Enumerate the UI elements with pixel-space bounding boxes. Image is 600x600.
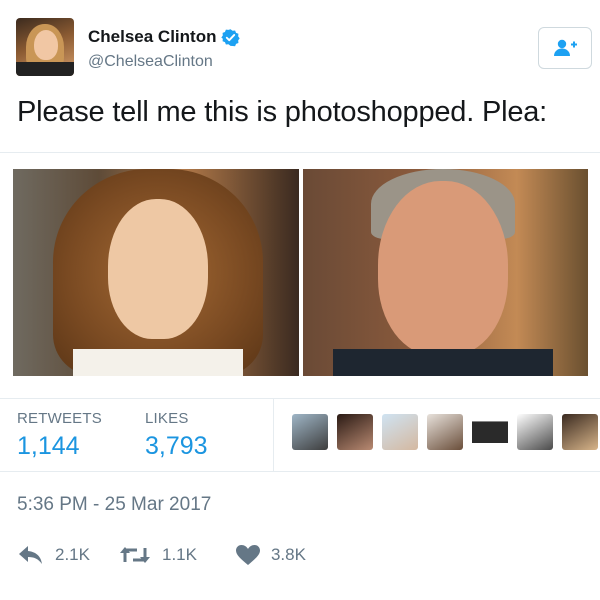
tweet-actions: 2.1K 1.1K 3.8K (17, 544, 306, 566)
divider (0, 471, 600, 472)
likes-stat[interactable]: LIKES 3,793 (145, 410, 208, 461)
tweet-text: Please tell me this is photoshopped. Ple… (17, 96, 548, 128)
retweet-button[interactable]: 1.1K (118, 544, 197, 566)
retweet-count: 1.1K (161, 545, 197, 564)
author-display-name[interactable]: Chelsea Clinton (88, 27, 216, 47)
retweet-icon (119, 547, 150, 563)
photo-man[interactable] (302, 169, 588, 376)
liker-avatar[interactable] (292, 414, 328, 450)
divider (0, 398, 600, 399)
liker-avatar[interactable] (427, 414, 463, 450)
retweets-label: RETWEETS (17, 410, 102, 427)
like-button[interactable]: 3.8K (235, 544, 306, 566)
follow-user-icon (554, 39, 577, 56)
retweets-value: 1,144 (17, 432, 80, 460)
tweet-timestamp[interactable]: 5:36 PM - 25 Mar 2017 (17, 494, 211, 516)
reply-button[interactable]: 2.1K (17, 544, 90, 566)
retweets-stat[interactable]: RETWEETS 1,144 (17, 410, 102, 461)
photo-woman[interactable] (13, 169, 299, 376)
likes-value: 3,793 (145, 432, 208, 460)
divider (0, 152, 600, 153)
author-handle[interactable]: @ChelseaClinton (88, 53, 213, 71)
liker-avatar[interactable] (517, 414, 553, 450)
reply-icon (19, 546, 42, 564)
heart-icon (235, 545, 260, 565)
liker-avatar[interactable] (337, 414, 373, 450)
author-name-row: Chelsea Clinton (88, 27, 241, 47)
likes-label: LIKES (145, 410, 189, 427)
author-avatar[interactable] (16, 18, 74, 76)
liker-avatar[interactable] (382, 414, 418, 450)
tweet-media[interactable] (13, 169, 588, 376)
reply-count: 2.1K (55, 545, 90, 564)
verified-icon (221, 28, 241, 46)
stats-separator (273, 399, 274, 471)
follow-button[interactable] (538, 27, 592, 69)
liker-avatars (292, 414, 598, 450)
like-count: 3.8K (270, 545, 306, 564)
liker-avatar[interactable] (562, 414, 598, 450)
liker-avatar[interactable] (472, 414, 508, 450)
